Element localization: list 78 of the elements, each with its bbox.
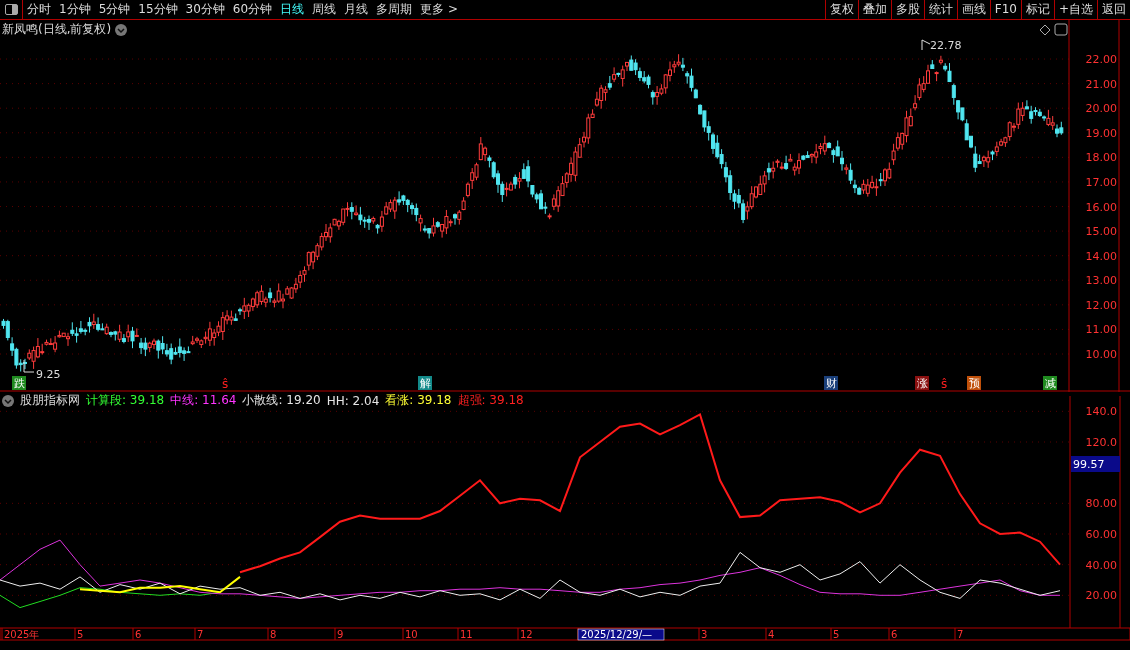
indicator-value: 小散线: 19.20 [242,392,321,409]
period-tab[interactable]: 15分钟 [134,0,182,19]
date-label: 2025年 [4,629,40,640]
indicator-value: 超强: 39.18 [457,392,524,409]
toolbar-button[interactable]: F10 [989,0,1021,19]
period-tab[interactable]: 更多 > [416,0,462,19]
axis-label: 80.00 [1085,497,1117,511]
dropdown-icon[interactable] [115,23,128,36]
date-label: 2025/12/29/— [577,628,665,641]
axis-label: 12.00 [1085,298,1117,312]
axis-label: 15.00 [1085,225,1117,239]
toolbar-button[interactable]: +自选 [1053,0,1097,19]
axis-label: 11.00 [1085,323,1117,337]
date-label: 3 [701,629,708,640]
period-tab[interactable]: 5分钟 [94,0,135,19]
date-label: 6 [135,629,142,640]
indicator-value: HH: 2.04 [326,393,380,408]
date-label: 10 [405,629,418,640]
axis-label: 10.00 [1085,348,1117,361]
date-label: 5 [833,629,840,640]
date-label: 11 [460,629,473,640]
cursor-value-label: 99.57 [1071,456,1120,472]
toolbar-button[interactable]: 叠加 [857,0,891,19]
date-label: 8 [270,629,277,640]
date-label: 5 [77,629,84,640]
axis-label: 120.0 [1085,436,1117,449]
signal-badge: 跌 [12,376,26,390]
pointer-icon [23,359,35,373]
axis-label: 140.0 [1085,405,1117,419]
axis-label: 20.00 [1085,102,1117,116]
pointer-icon [921,39,931,51]
date-label: 9 [337,629,344,640]
axis-label: 17.00 [1085,175,1117,189]
indicator-value: 看涨: 39.18 [385,392,452,409]
axis-label: 60.00 [1085,528,1117,541]
signal-mark: ŝ [222,377,229,391]
axis-label: 20.00 [1085,589,1117,603]
period-tab[interactable]: 30分钟 [181,0,229,19]
diamond-icon[interactable] [1039,24,1051,36]
toolbar-button[interactable]: 统计 [923,0,957,19]
date-label: 6 [891,629,898,640]
axis-label: 19.00 [1085,126,1117,140]
period-tab[interactable]: 多周期 [372,0,417,19]
period-tab[interactable]: 60分钟 [228,0,277,19]
toolbar-button[interactable]: 画线 [956,0,990,19]
date-label: 7 [957,629,964,640]
indicator-value: 计算段: 39.18 [86,392,165,409]
signal-mark: ŝ [941,377,948,391]
indicator-value: 中线: 11.64 [170,392,237,409]
axis-label: 13.00 [1085,274,1117,288]
date-label: 12 [520,629,533,640]
signal-badge: 财 [824,376,838,390]
date-label: 7 [197,629,204,640]
date-label: 4 [768,629,775,640]
axis-label: 40.00 [1085,558,1117,572]
axis-label: 16.00 [1085,200,1117,214]
axis-label: 22.00 [1085,53,1117,67]
axis-label: 18.00 [1085,151,1117,165]
axis-label: 14.00 [1085,249,1117,263]
signal-badge: 解 [418,376,432,390]
chart-title: 新凤鸣(日线,前复权) [2,21,112,38]
toolbar-button[interactable]: 返回 [1097,0,1130,19]
period-tab[interactable]: 分时 [23,0,55,19]
signal-badge: 涨 [915,376,929,390]
signal-badge: 减 [1043,376,1057,390]
period-tab[interactable]: 周线 [308,0,341,19]
dropdown-icon[interactable] [2,394,14,407]
period-tab[interactable]: 1分钟 [55,0,95,19]
axis-label: 21.00 [1085,77,1117,91]
low-price-label: 9.25 [36,368,61,381]
period-tab[interactable]: 月线 [340,0,373,19]
indicator-name: 股朋指标网 [20,392,80,409]
toolbar-button[interactable]: 标记 [1020,0,1054,19]
period-tab[interactable]: 日线 [276,0,309,19]
toolbar-button[interactable]: 多股 [890,0,924,19]
toolbar-button[interactable]: 复权 [824,0,858,19]
high-price-label: 22.78 [930,39,962,52]
signal-badge: 预 [967,376,981,390]
